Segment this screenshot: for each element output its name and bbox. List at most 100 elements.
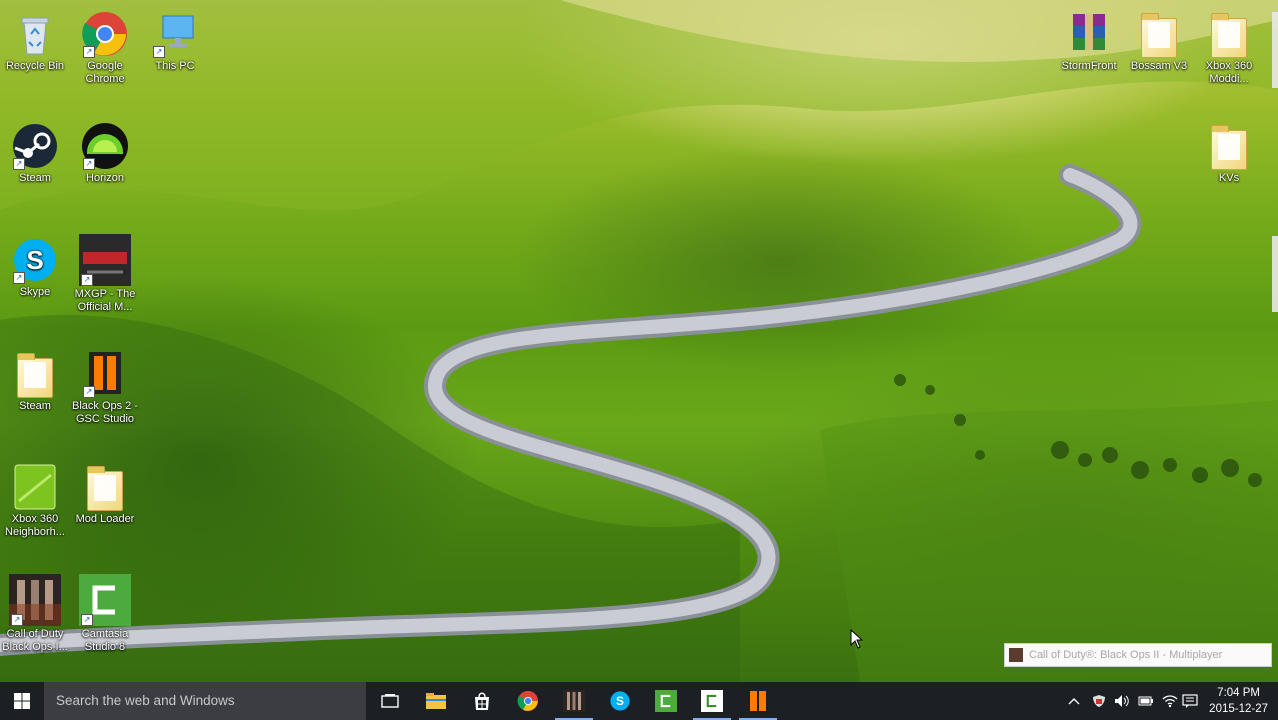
taskbar-black-ops-gsc[interactable]	[735, 682, 781, 720]
shortcut-arrow-icon: ↗	[153, 46, 165, 58]
shortcut-arrow-icon: ↗	[81, 614, 93, 626]
show-hidden-icons-button[interactable]	[1068, 682, 1080, 720]
wallpaper	[0, 0, 1278, 682]
taskbar-store[interactable]	[459, 682, 505, 720]
folder-icon	[1135, 10, 1183, 58]
tray-network[interactable]	[1162, 682, 1178, 720]
taskbar-file-explorer[interactable]	[413, 682, 459, 720]
icon-label: KVs	[1218, 172, 1240, 184]
camtasia-icon: ↗	[79, 574, 131, 626]
chevron-up-icon	[1068, 698, 1080, 705]
shield-icon	[1093, 695, 1105, 707]
icon-label: Camtasia Studio 8	[81, 628, 129, 653]
folder-icon	[81, 463, 129, 511]
mxgp-icon: ↗	[79, 234, 131, 286]
desktop-icon-chrome[interactable]: ↗ Google Chrome	[70, 10, 140, 86]
call-of-duty-icon: ↗	[9, 574, 61, 626]
taskbar-clock[interactable]: 7:04 PM 2015-12-27	[1209, 685, 1268, 717]
shortcut-arrow-icon: ↗	[13, 272, 25, 284]
camtasia-recorder-icon	[701, 690, 723, 712]
task-view-icon	[381, 694, 399, 708]
taskbar-skype[interactable]: S	[597, 682, 643, 720]
icon-label: Horizon	[86, 172, 124, 184]
desktop-icon-mod-loader[interactable]: Mod Loader	[70, 463, 140, 526]
desktop-icon-horizon[interactable]: ↗ Horizon	[70, 122, 140, 185]
folder-icon	[1205, 122, 1253, 170]
preview-title: Call of Duty®: Black Ops II - Multiplaye…	[1029, 649, 1223, 661]
taskbar: Search the web and Windows S 7:04 PM 201…	[0, 682, 1278, 720]
icon-label: Bossam V3	[1130, 60, 1188, 72]
icon-label: Call of Duty Black Ops I...	[2, 628, 68, 653]
call-of-duty-icon	[1009, 648, 1023, 662]
desktop[interactable]: Recycle Bin ↗ Google Chrome ↗ This PC ↗ …	[0, 0, 1278, 682]
icon-label: MXGP - The Official M...	[74, 288, 136, 313]
desktop-icon-steam[interactable]: ↗ Steam	[0, 122, 70, 185]
tray-security[interactable]	[1092, 682, 1106, 720]
icon-label: Steam	[19, 172, 51, 184]
desktop-icon-xbox-neighborhood[interactable]: Xbox 360 Neighborh...	[0, 463, 70, 539]
taskbar-camtasia-recorder[interactable]	[689, 682, 735, 720]
start-button[interactable]	[0, 682, 44, 720]
taskbar-thumbnail-preview[interactable]: Call of Duty®: Black Ops II - Multiplaye…	[1004, 643, 1272, 667]
winrar-icon	[1065, 10, 1113, 58]
battery-icon	[1138, 696, 1153, 706]
icon-label: Xbox 360 Neighborh...	[5, 513, 65, 538]
black-ops-gsc-icon	[750, 691, 766, 711]
icon-label: This PC	[155, 60, 195, 72]
store-icon	[475, 692, 489, 710]
steam-icon: ↗	[11, 122, 59, 170]
offscreen-icon-edge	[1272, 12, 1278, 88]
desktop-icon-this-pc[interactable]: ↗ This PC	[140, 10, 210, 73]
taskbar-chrome[interactable]	[505, 682, 551, 720]
svg-text:S: S	[26, 245, 43, 275]
desktop-icon-bossam[interactable]: Bossam V3	[1124, 10, 1194, 73]
shortcut-arrow-icon: ↗	[13, 158, 25, 170]
taskbar-call-of-duty[interactable]	[551, 682, 597, 720]
icon-label: Steam	[19, 400, 51, 412]
skype-icon: S	[610, 691, 630, 711]
camtasia-icon	[655, 690, 677, 712]
recycle-bin-icon	[11, 10, 59, 58]
icon-label: Recycle Bin	[5, 60, 65, 72]
action-center-icon	[1182, 694, 1198, 708]
offscreen-icon-edge	[1272, 236, 1278, 312]
chrome-icon	[517, 690, 539, 712]
desktop-icon-skype[interactable]: S ↗ Skype	[0, 236, 70, 299]
icon-label: StormFront	[1061, 60, 1117, 72]
folder-icon	[11, 350, 59, 398]
taskbar-camtasia[interactable]	[643, 682, 689, 720]
icon-label: Google Chrome	[85, 60, 125, 85]
clock-date: 2015-12-27	[1209, 703, 1268, 715]
desktop-icon-stormfront[interactable]: StormFront	[1054, 10, 1124, 73]
svg-text:S: S	[616, 694, 624, 708]
black-ops-gsc-icon: ↗	[81, 350, 129, 398]
icon-label: Skype	[19, 286, 51, 298]
search-box[interactable]: Search the web and Windows	[44, 682, 366, 720]
action-center-button[interactable]	[1182, 682, 1198, 720]
skype-icon: S ↗	[11, 236, 59, 284]
xbox-neighborhood-icon	[11, 463, 59, 511]
tray-battery[interactable]	[1138, 682, 1154, 720]
volume-icon	[1115, 695, 1129, 707]
chrome-icon: ↗	[81, 10, 129, 58]
desktop-icon-call-of-duty[interactable]: ↗ Call of Duty Black Ops I...	[0, 574, 70, 654]
computer-icon: ↗	[151, 10, 199, 58]
desktop-icon-camtasia[interactable]: ↗ Camtasia Studio 8	[70, 574, 140, 654]
horizon-icon: ↗	[81, 122, 129, 170]
search-placeholder: Search the web and Windows	[56, 693, 235, 708]
clock-time: 7:04 PM	[1217, 687, 1260, 699]
desktop-icon-xbox-modding[interactable]: Xbox 360 Moddi...	[1194, 10, 1264, 86]
task-view-button[interactable]	[367, 682, 413, 720]
shortcut-arrow-icon: ↗	[81, 274, 93, 286]
desktop-icon-black-ops-gsc[interactable]: ↗ Black Ops 2 - GSC Studio	[70, 350, 140, 426]
file-explorer-icon	[426, 693, 446, 709]
desktop-icon-kvs[interactable]: KVs	[1194, 122, 1264, 185]
tray-volume[interactable]	[1114, 682, 1130, 720]
desktop-icon-steam-folder[interactable]: Steam	[0, 350, 70, 413]
shortcut-arrow-icon: ↗	[83, 386, 95, 398]
desktop-icon-mxgp[interactable]: ↗ MXGP - The Official M...	[70, 234, 140, 314]
icon-label: Black Ops 2 - GSC Studio	[71, 400, 139, 425]
shortcut-arrow-icon: ↗	[83, 46, 95, 58]
shortcut-arrow-icon: ↗	[11, 614, 23, 626]
desktop-icon-recycle-bin[interactable]: Recycle Bin	[0, 10, 70, 73]
